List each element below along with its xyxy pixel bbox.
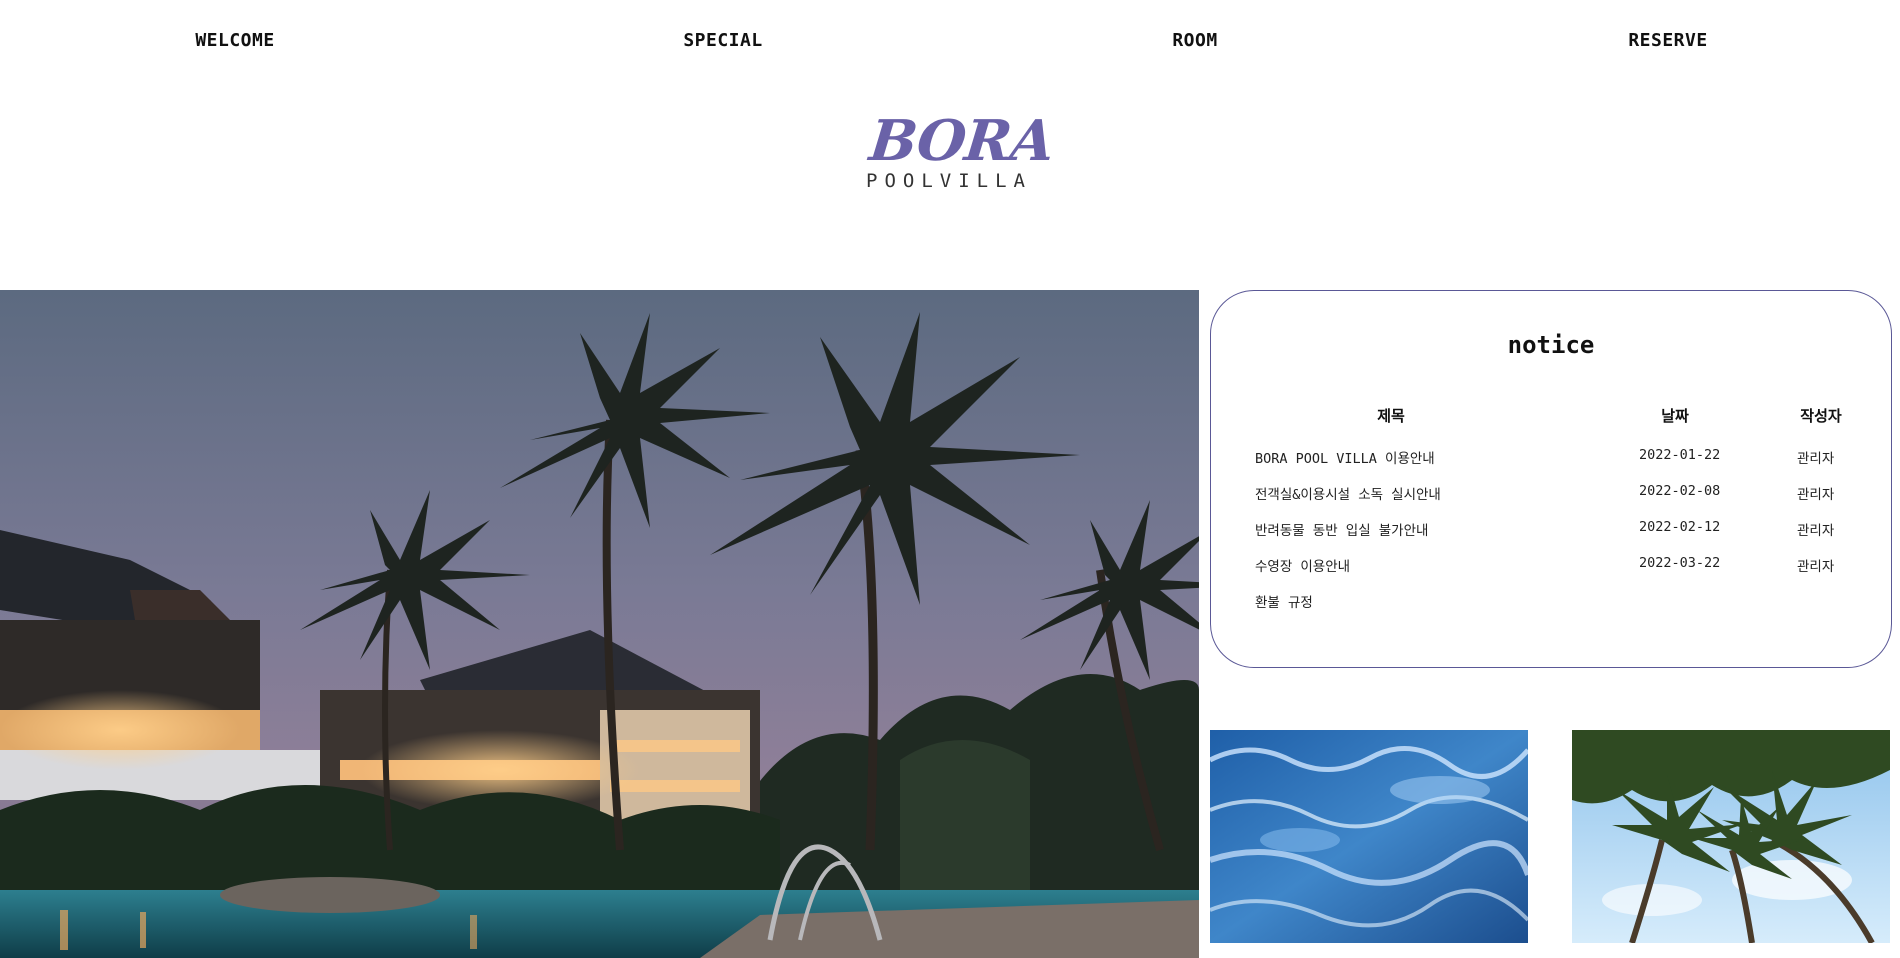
thumb-palm-sky[interactable] [1572,730,1890,943]
nav-reserve[interactable]: RESERVE [1628,30,1707,51]
notice-row[interactable]: BORA POOL VILLA 이용안내 2022-01-22 관리자 [1211,447,1891,477]
thumb-pool-water[interactable] [1210,730,1528,943]
notice-row-author: 관리자 [1797,451,1835,467]
notice-row-title[interactable]: BORA POOL VILLA 이용안내 [1255,447,1435,467]
hero-image [0,290,1199,958]
notice-row[interactable]: 반려동물 동반 입실 불가안내 2022-02-12 관리자 [1211,519,1891,549]
notice-row-date: 2022-02-12 [1639,519,1721,535]
brand-logo[interactable]: BORA POOLVILLA [860,108,1060,198]
column-header-title: 제목 [1377,407,1405,425]
notice-row-title[interactable]: 수영장 이용안내 [1255,555,1350,575]
nav-room[interactable]: ROOM [1172,30,1217,51]
notice-board: notice 제목 날짜 작성자 BORA POOL VILLA 이용안내 20… [1210,290,1892,668]
notice-row-title[interactable]: 반려동물 동반 입실 불가안내 [1255,519,1428,539]
notice-row[interactable]: 환불 규정 [1211,591,1891,621]
notice-row-author: 관리자 [1797,487,1835,503]
column-header-date: 날짜 [1661,407,1689,425]
notice-title: notice [1507,331,1595,359]
logo-wordmark: BORA [866,108,1057,174]
nav-special[interactable]: SPECIAL [683,30,762,51]
column-header-author: 작성자 [1800,407,1842,425]
notice-row-date: 2022-01-22 [1639,447,1721,463]
notice-row-title[interactable]: 환불 규정 [1255,591,1313,611]
palm-sky-image [1572,730,1890,943]
notice-row-date: 2022-02-08 [1639,483,1721,499]
notice-row[interactable]: 수영장 이용안내 2022-03-22 관리자 [1211,555,1891,585]
notice-row-author: 관리자 [1797,559,1835,575]
nav-welcome[interactable]: WELCOME [195,30,274,51]
notice-row-title[interactable]: 전객실&이용시설 소독 실시안내 [1255,483,1441,503]
logo-subtitle: POOLVILLA [866,170,1032,192]
notice-row-date: 2022-03-22 [1639,555,1721,571]
notice-row[interactable]: 전객실&이용시설 소독 실시안내 2022-02-08 관리자 [1211,483,1891,513]
notice-row-author: 관리자 [1797,523,1835,539]
top-nav: WELCOME SPECIAL ROOM RESERVE [0,0,1900,80]
pool-water-image [1210,730,1528,943]
resort-night-scene [0,290,1199,958]
